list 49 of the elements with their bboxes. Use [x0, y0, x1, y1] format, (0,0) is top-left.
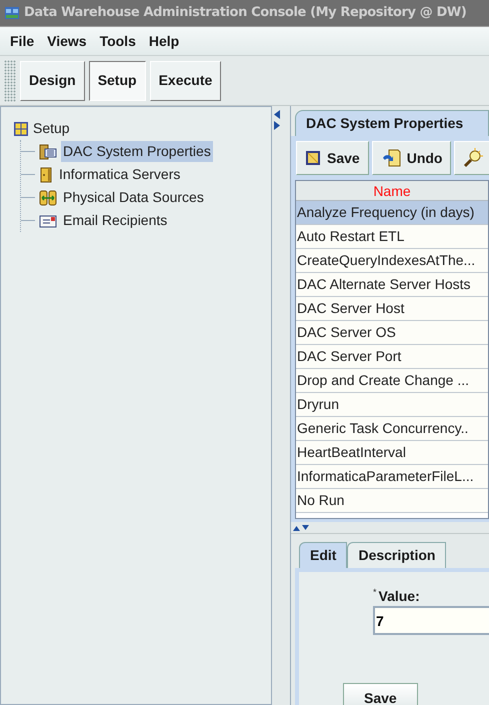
view-button[interactable]: Design — [20, 60, 85, 100]
undo-icon — [380, 149, 401, 167]
expand-right-icon — [274, 121, 280, 130]
query-button[interactable] — [454, 141, 489, 175]
tree-item[interactable]: Informatica Servers — [57, 164, 182, 185]
toolbar-button[interactable]: Save — [296, 141, 369, 175]
toolbar-button[interactable]: Undo — [372, 141, 452, 175]
table-cell[interactable]: Analyze Frequency (in days) — [296, 201, 488, 225]
toolbar-grip[interactable] — [4, 60, 16, 102]
panel-tab[interactable]: DAC System Properties — [295, 110, 489, 136]
menu-item[interactable]: Help — [148, 30, 180, 52]
field-label: Value: — [378, 587, 420, 606]
envelope-icon — [39, 214, 57, 228]
required-mark: * — [373, 586, 377, 599]
table-cell[interactable]: DAC Server Host — [296, 297, 488, 321]
tree-item[interactable]: Email Recipients — [61, 210, 170, 231]
tab[interactable]: Edit — [299, 542, 348, 568]
table-cell[interactable]: Dryrun — [296, 393, 488, 417]
collapse-left-icon — [274, 110, 280, 119]
table-cell[interactable]: DAC Alternate Server Hosts — [296, 273, 488, 297]
window-title: Data Warehouse Administration Console (My Repository @ DW) — [24, 4, 466, 22]
save-button[interactable]: Save — [343, 683, 418, 705]
split-arrows-icon — [293, 524, 309, 530]
magnifier-icon — [463, 148, 484, 168]
table-cell[interactable]: Auto Restart ETL — [296, 225, 488, 249]
app-icon — [4, 5, 20, 21]
table-cell[interactable]: HeartBeatInterval — [296, 441, 488, 465]
tree-item[interactable]: DAC System Properties — [61, 141, 213, 162]
grid-icon — [13, 120, 29, 136]
table-cell[interactable]: CreateQueryIndexesAtThe... — [296, 249, 488, 273]
view-button[interactable]: Execute — [150, 60, 222, 100]
tree-item[interactable]: Setup — [33, 118, 70, 139]
table-cell[interactable]: Drop and Create Change ... — [296, 369, 488, 393]
menu-item[interactable]: Views — [47, 30, 87, 52]
save-icon — [305, 150, 321, 166]
menu-item[interactable]: File — [10, 30, 34, 52]
view-button[interactable]: Setup — [88, 60, 146, 100]
value-field[interactable]: 7 — [373, 606, 489, 635]
linked-databases-icon — [39, 190, 57, 206]
table-cell[interactable]: DAC Server Port — [296, 345, 488, 369]
server-icon — [39, 166, 53, 182]
table-cell[interactable]: No Run — [296, 489, 488, 513]
server-list-icon — [39, 144, 57, 160]
tab[interactable]: Description — [347, 542, 446, 568]
table-cell[interactable]: Generic Task Concurrency.. — [296, 417, 488, 441]
table-cell[interactable]: InformaticaParameterFileL... — [296, 465, 488, 489]
menu-item[interactable]: Tools — [100, 30, 136, 52]
tree-item[interactable]: Physical Data Sources — [61, 187, 206, 208]
table-cell[interactable]: DAC Server OS — [296, 321, 488, 345]
